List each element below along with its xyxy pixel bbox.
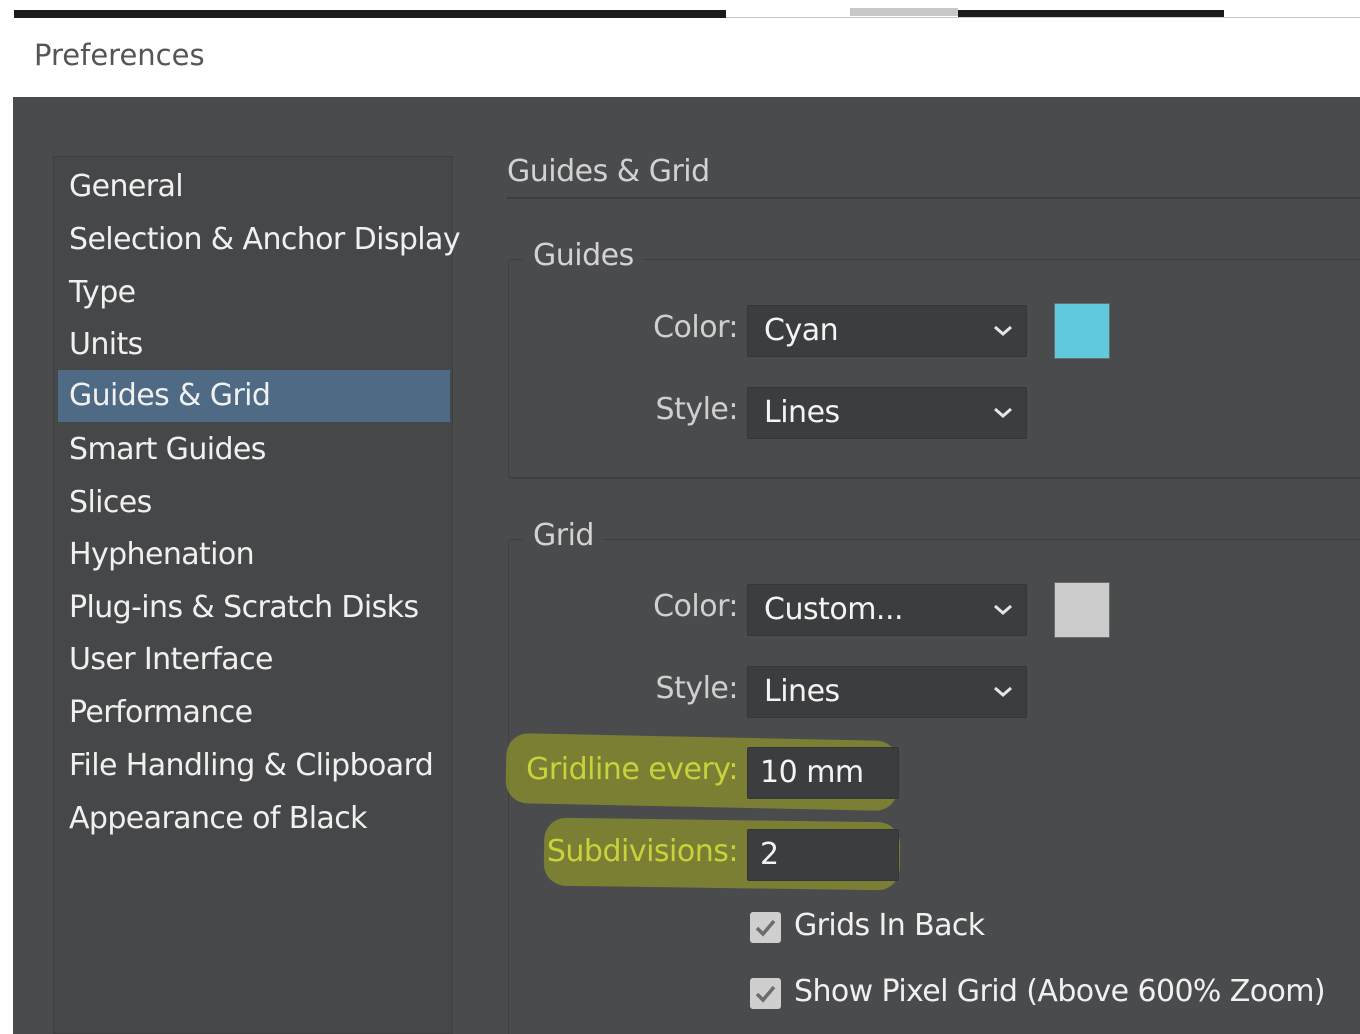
grids-in-back-checkbox[interactable] — [750, 912, 781, 943]
grids-in-back-label[interactable]: Grids In Back — [794, 908, 985, 943]
divider — [507, 197, 1360, 199]
app-chrome-strip — [14, 10, 726, 18]
grid-style-select[interactable]: Lines — [747, 666, 1027, 718]
grid-color-swatch[interactable] — [1054, 582, 1110, 638]
checkmark-icon — [755, 919, 776, 937]
guides-style-value: Lines — [764, 395, 840, 430]
category-item-smart-guides[interactable]: Smart Guides — [58, 424, 450, 476]
category-item-general[interactable]: General — [58, 161, 450, 213]
guides-color-swatch[interactable] — [1054, 303, 1110, 359]
chevron-down-icon — [994, 686, 1012, 697]
chevron-down-icon — [994, 604, 1012, 615]
category-item-slices[interactable]: Slices — [58, 477, 450, 529]
subdivisions-label: Subdivisions: — [546, 834, 739, 869]
grid-color-value: Custom... — [764, 592, 904, 627]
grid-color-label: Color: — [653, 589, 738, 624]
panel-title: Guides & Grid — [507, 154, 710, 189]
subdivisions-input[interactable]: 2 — [747, 829, 899, 881]
category-item-guides-grid[interactable]: Guides & Grid — [58, 370, 450, 422]
checkmark-icon — [755, 985, 776, 1003]
grid-color-select[interactable]: Custom... — [747, 584, 1027, 636]
category-item-type[interactable]: Type — [58, 267, 450, 319]
category-item-file-handling-clipboard[interactable]: File Handling & Clipboard — [58, 740, 450, 792]
guides-color-select[interactable]: Cyan — [747, 305, 1027, 357]
category-item-appearance-of-black[interactable]: Appearance of Black — [58, 793, 450, 845]
show-pixel-grid-label[interactable]: Show Pixel Grid (Above 600% Zoom) — [794, 974, 1326, 1009]
guides-color-value: Cyan — [764, 313, 839, 348]
app-chrome-strip — [850, 8, 958, 16]
grid-style-value: Lines — [764, 674, 840, 709]
category-item-performance[interactable]: Performance — [58, 687, 450, 739]
show-pixel-grid-checkbox[interactable] — [750, 978, 781, 1009]
grid-style-label: Style: — [655, 671, 739, 706]
chevron-down-icon — [994, 325, 1012, 336]
guides-style-select[interactable]: Lines — [747, 387, 1027, 439]
guides-color-label: Color: — [653, 310, 738, 345]
category-item-units[interactable]: Units — [58, 319, 450, 371]
grid-group-title: Grid — [524, 518, 603, 553]
divider — [726, 17, 1360, 18]
gridline-every-input[interactable]: 10 mm — [747, 747, 899, 799]
category-item-user-interface[interactable]: User Interface — [58, 634, 450, 686]
category-item-selection-anchor-display[interactable]: Selection & Anchor Display — [58, 214, 461, 266]
dialog-title: Preferences — [34, 38, 205, 72]
guides-style-label: Style: — [655, 392, 739, 427]
guides-group-title: Guides — [524, 238, 643, 273]
category-list: General Selection & Anchor Display Type … — [53, 156, 461, 1034]
guides-group — [508, 259, 1360, 479]
subdivisions-value: 2 — [760, 837, 779, 872]
gridline-every-value: 10 mm — [760, 755, 864, 790]
preferences-screenshot: Preferences General Selection & Anchor D… — [0, 0, 1360, 1034]
category-item-plugins-scratch-disks[interactable]: Plug-ins & Scratch Disks — [58, 582, 450, 634]
gridline-every-label: Gridline every: — [526, 752, 738, 787]
chevron-down-icon — [994, 407, 1012, 418]
category-item-hyphenation[interactable]: Hyphenation — [58, 529, 450, 581]
